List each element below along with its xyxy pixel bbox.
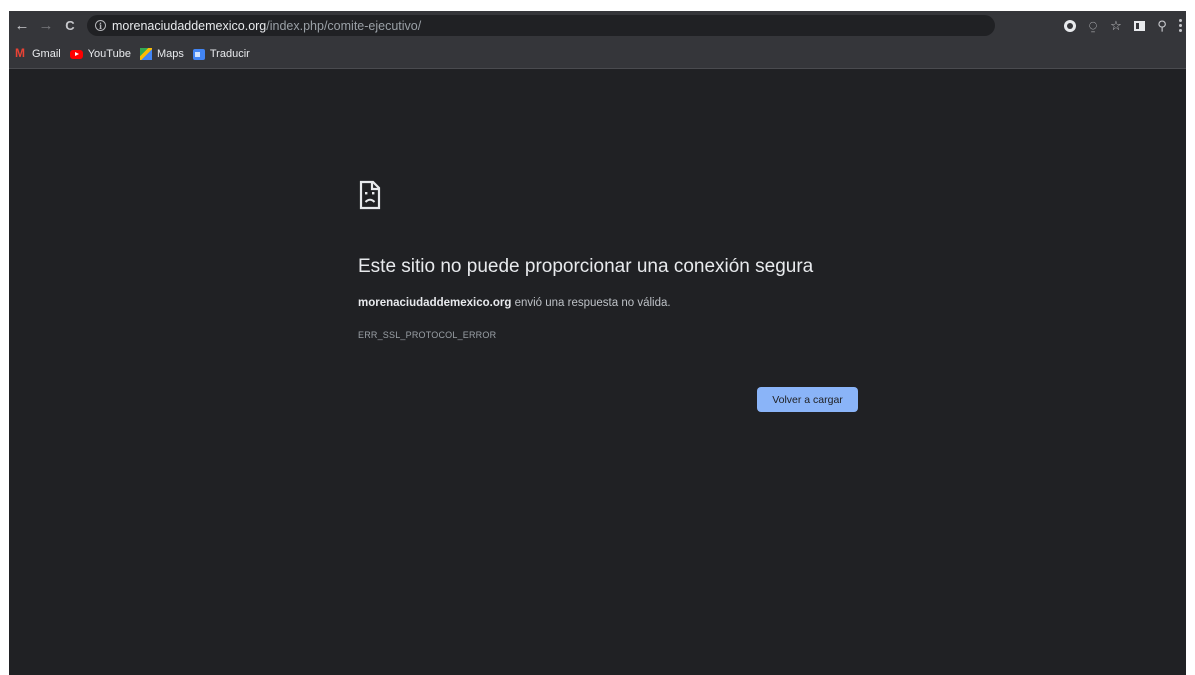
error-description: morenaciudaddemexico.org envió una respu… [358,297,671,309]
maps-icon [139,48,152,60]
bookmark-gmail[interactable]: Gmail [15,46,61,60]
error-message: envió una respuesta no válida. [511,297,671,309]
youtube-icon [69,49,83,59]
browser-window: ← → C i morenaciudaddemexico.org/index.p… [9,11,1186,675]
share-icon[interactable]: ⍜ [1082,15,1104,37]
back-arrow-icon[interactable]: ← [11,15,33,37]
bookmark-label: Traducir [209,48,250,60]
extensions-icon[interactable]: ⚲ [1151,15,1173,37]
error-code: ERR_SSL_PROTOCOL_ERROR [358,330,497,340]
bookmark-traducir[interactable]: Traducir [192,48,250,60]
reload-icon[interactable]: C [59,15,81,37]
translate-icon [192,48,205,60]
forward-arrow-icon[interactable]: → [35,15,57,37]
url-path: /index.php/comite-ejecutivo/ [266,18,422,33]
google-lens-icon[interactable] [1059,15,1081,37]
url-host: morenaciudaddemexico.org [112,18,267,33]
browser-toolbar: ← → C i morenaciudaddemexico.org/index.p… [9,11,1186,40]
menu-dots-icon[interactable] [1174,15,1186,37]
sad-page-icon [359,180,381,210]
bookmarks-bar: Gmail YouTube Maps Traducir [9,40,1186,69]
gmail-icon [15,46,27,60]
toolbar-actions: ⍜ ☆ ⚲ [1058,11,1186,40]
bookmark-label: YouTube [87,48,131,60]
bookmark-label: Gmail [32,48,61,60]
bookmark-star-icon[interactable]: ☆ [1105,15,1127,37]
reload-button[interactable]: Volver a cargar [757,387,858,412]
bookmark-label: Maps [156,48,184,60]
error-host: morenaciudaddemexico.org [358,297,512,309]
side-panel-icon[interactable] [1128,15,1150,37]
error-page: Este sitio no puede proporcionar una con… [9,69,1186,675]
site-info-icon[interactable]: i [95,20,106,31]
address-bar[interactable]: i morenaciudaddemexico.org/index.php/com… [87,15,995,36]
bookmark-youtube[interactable]: YouTube [69,48,131,60]
bookmark-maps[interactable]: Maps [139,48,184,60]
error-title: Este sitio no puede proporcionar una con… [358,256,814,277]
